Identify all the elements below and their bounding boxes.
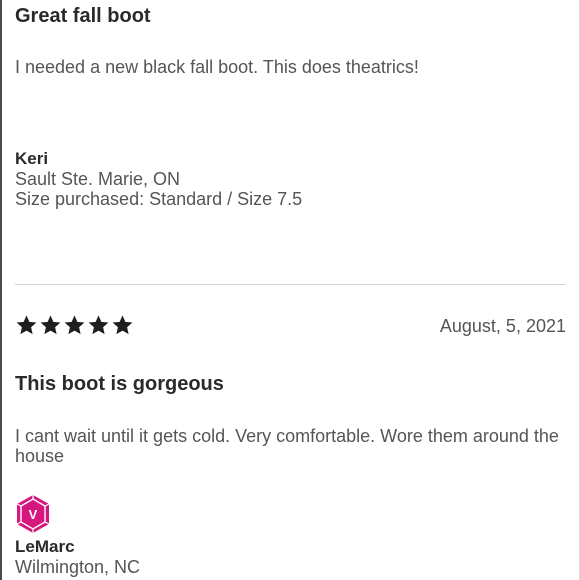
review-date: August, 5, 2021 <box>439 316 566 336</box>
star-icon <box>39 314 62 336</box>
star-icon <box>15 314 38 336</box>
review-title: This boot is gorgeous <box>15 373 224 395</box>
reviewer-name: Keri <box>15 149 49 168</box>
star-icon <box>111 314 134 336</box>
review-divider <box>15 284 566 285</box>
review-body: I needed a new black fall boot. This doe… <box>15 57 419 77</box>
size-purchased: Size purchased: Standard / Size 7.5 <box>15 189 303 209</box>
star-icon <box>87 314 110 336</box>
review-title: Great fall boot <box>15 5 151 27</box>
reviewer-info: Keri Sault Ste. Marie, ON Size purchased… <box>15 149 566 209</box>
badge-letter: V <box>29 507 38 522</box>
reviewer-name: LeMarc <box>15 537 75 556</box>
reviewer-location: Sault Ste. Marie, ON <box>15 169 181 189</box>
star-icon <box>63 314 86 336</box>
star-rating <box>15 314 134 336</box>
reviewer-info: V LeMarc Wilmington, NC <box>15 494 566 577</box>
reviewer-location: Wilmington, NC <box>15 557 141 577</box>
review-body: I cant wait until it gets cold. Very com… <box>15 426 559 466</box>
verified-buyer-badge-icon: V <box>16 495 50 533</box>
left-border <box>0 0 2 580</box>
